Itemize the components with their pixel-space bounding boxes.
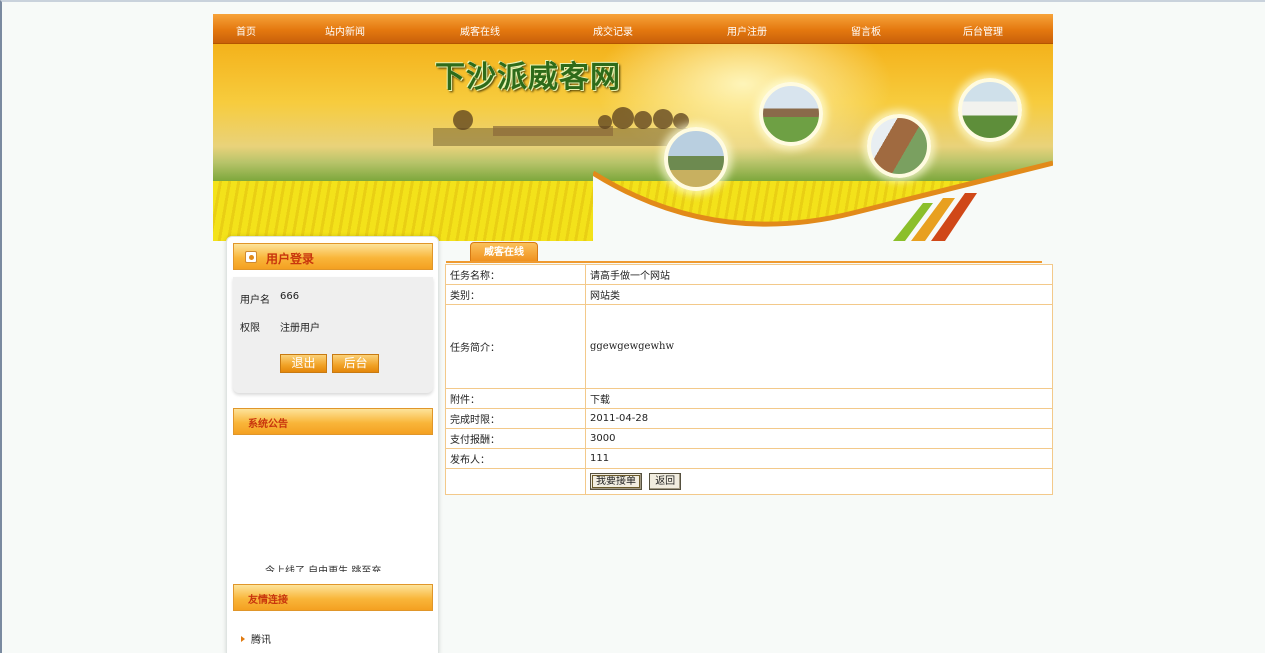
category-label: 类别：	[445, 284, 586, 305]
reward-label: 支付报酬：	[445, 428, 586, 449]
summary-label: 任务简介：	[445, 304, 586, 389]
admin-button[interactable]: 后台	[332, 354, 379, 373]
table-row: 支付报酬： 3000	[445, 428, 1053, 449]
role-value: 注册用户	[280, 323, 320, 334]
table-row: 发布人： 111	[445, 448, 1053, 469]
task-name-label: 任务名称：	[445, 264, 586, 285]
login-title: 用户登录	[266, 252, 315, 266]
nav-guestbook[interactable]: 留言板	[851, 23, 881, 38]
nav-admin[interactable]: 后台管理	[963, 23, 1003, 38]
table-row: 任务名称： 请高手做一个网站	[445, 264, 1053, 285]
attachment-download-link[interactable]: 下载	[585, 388, 1053, 409]
login-box-header: 用户登录	[233, 243, 433, 270]
tab-underline	[446, 261, 1042, 263]
links-title: 友情连接	[248, 595, 288, 606]
nav-register[interactable]: 用户注册	[727, 23, 767, 38]
action-cell: 我要接单 返回	[585, 468, 1053, 495]
friend-link-tencent[interactable]: 腾讯	[241, 631, 271, 646]
accept-task-button[interactable]: 我要接单	[590, 473, 642, 490]
table-row: 完成时限： 2011-04-28	[445, 408, 1053, 429]
login-panel: 用户名 666 权限 注册用户 退出 后台	[233, 277, 433, 393]
friend-link-label: 腾讯	[251, 635, 271, 646]
nav-home[interactable]: 首页	[236, 23, 256, 38]
publisher-label: 发布人：	[445, 448, 586, 469]
table-row: 类别： 网站类	[445, 284, 1053, 305]
table-row: 我要接单 返回	[445, 468, 1053, 495]
username-label: 用户名	[240, 295, 270, 306]
username-value: 666	[280, 291, 300, 302]
attachment-label: 附件：	[445, 388, 586, 409]
summary-value: ggewgewgewhw	[585, 304, 1053, 389]
notice-box-header: 系统公告	[233, 408, 433, 435]
photo-circle-2	[759, 82, 823, 146]
photo-circle-4	[958, 78, 1022, 142]
task-name-value: 请高手做一个网站	[585, 264, 1053, 285]
table-row: 附件： 下载	[445, 388, 1053, 409]
logout-button[interactable]: 退出	[280, 354, 327, 373]
arrow-icon	[241, 636, 245, 642]
notice-marquee: 今上线了 自由更生 跳至充	[265, 566, 382, 572]
nav-news[interactable]: 站内新闻	[325, 23, 365, 38]
reward-value: 3000	[585, 428, 1053, 449]
back-button[interactable]: 返回	[649, 473, 682, 490]
banner: 下沙派威客网	[213, 44, 1053, 241]
trees-illustration	[433, 107, 693, 146]
category-value: 网站类	[585, 284, 1053, 305]
left-column: 用户登录 用户名 666 权限 注册用户 退出 后台 系统公告 今上线了 自由更…	[226, 236, 439, 653]
nav-online-tasks[interactable]: 威客在线	[460, 23, 500, 38]
links-box-header: 友情连接	[233, 584, 433, 611]
empty-cell	[445, 468, 586, 495]
notice-title: 系统公告	[248, 419, 288, 430]
tab-online-tasks[interactable]: 威客在线	[470, 242, 538, 262]
publisher-value: 111	[585, 448, 1053, 469]
top-nav: 首页 站内新闻 威客在线 成交记录 用户注册 留言板 后台管理	[213, 14, 1053, 44]
deadline-label: 完成时限：	[445, 408, 586, 429]
user-icon	[245, 251, 257, 263]
site-title: 下沙派威客网	[435, 60, 621, 95]
photo-circle-3	[867, 114, 931, 178]
task-detail-table: 任务名称： 请高手做一个网站 类别： 网站类 任务简介： ggewgewgewh…	[445, 264, 1053, 495]
role-row: 权限 注册用户	[240, 319, 320, 334]
username-row: 用户名 666	[240, 291, 299, 306]
banner-swoosh	[593, 160, 1053, 241]
deadline-value: 2011-04-28	[585, 408, 1053, 429]
photo-circle-1	[664, 127, 728, 191]
nav-deal-records[interactable]: 成交记录	[593, 23, 633, 38]
table-row: 任务简介： ggewgewgewhw	[445, 304, 1053, 389]
role-label: 权限	[240, 323, 260, 334]
page-wrapper: 首页 站内新闻 威客在线 成交记录 用户注册 留言板 后台管理 下沙派威客网	[213, 14, 1053, 241]
